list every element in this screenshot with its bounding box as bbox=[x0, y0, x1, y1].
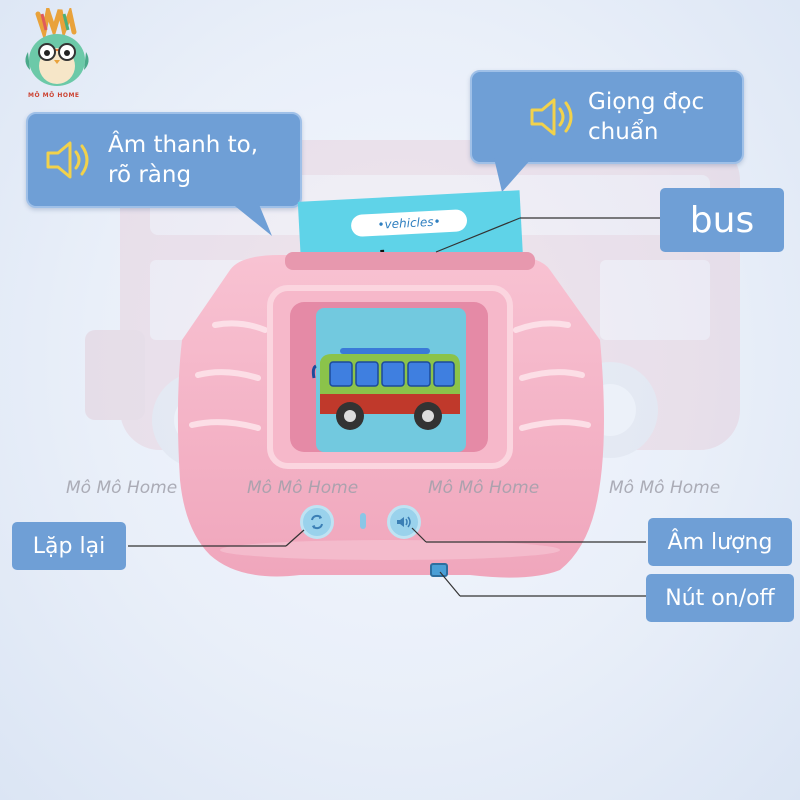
label-volume-text: Âm lượng bbox=[667, 529, 773, 555]
watermark-1: Mô Mô Home bbox=[66, 478, 178, 498]
watermark-2: Mô Mô Home bbox=[247, 478, 359, 498]
label-word-text: bus bbox=[689, 199, 755, 241]
label-repeat-text: Lặp lại bbox=[32, 533, 106, 559]
label-volume: Âm lượng bbox=[648, 518, 792, 566]
leader-lines bbox=[128, 217, 660, 597]
label-power-text: Nút on/off bbox=[665, 585, 775, 611]
label-repeat: Lặp lại bbox=[12, 522, 126, 570]
label-word-bus: bus bbox=[660, 188, 784, 252]
watermark-3: Mô Mô Home bbox=[428, 478, 540, 498]
label-power: Nút on/off bbox=[646, 574, 794, 622]
watermark-4: Mô Mô Home bbox=[609, 478, 721, 498]
